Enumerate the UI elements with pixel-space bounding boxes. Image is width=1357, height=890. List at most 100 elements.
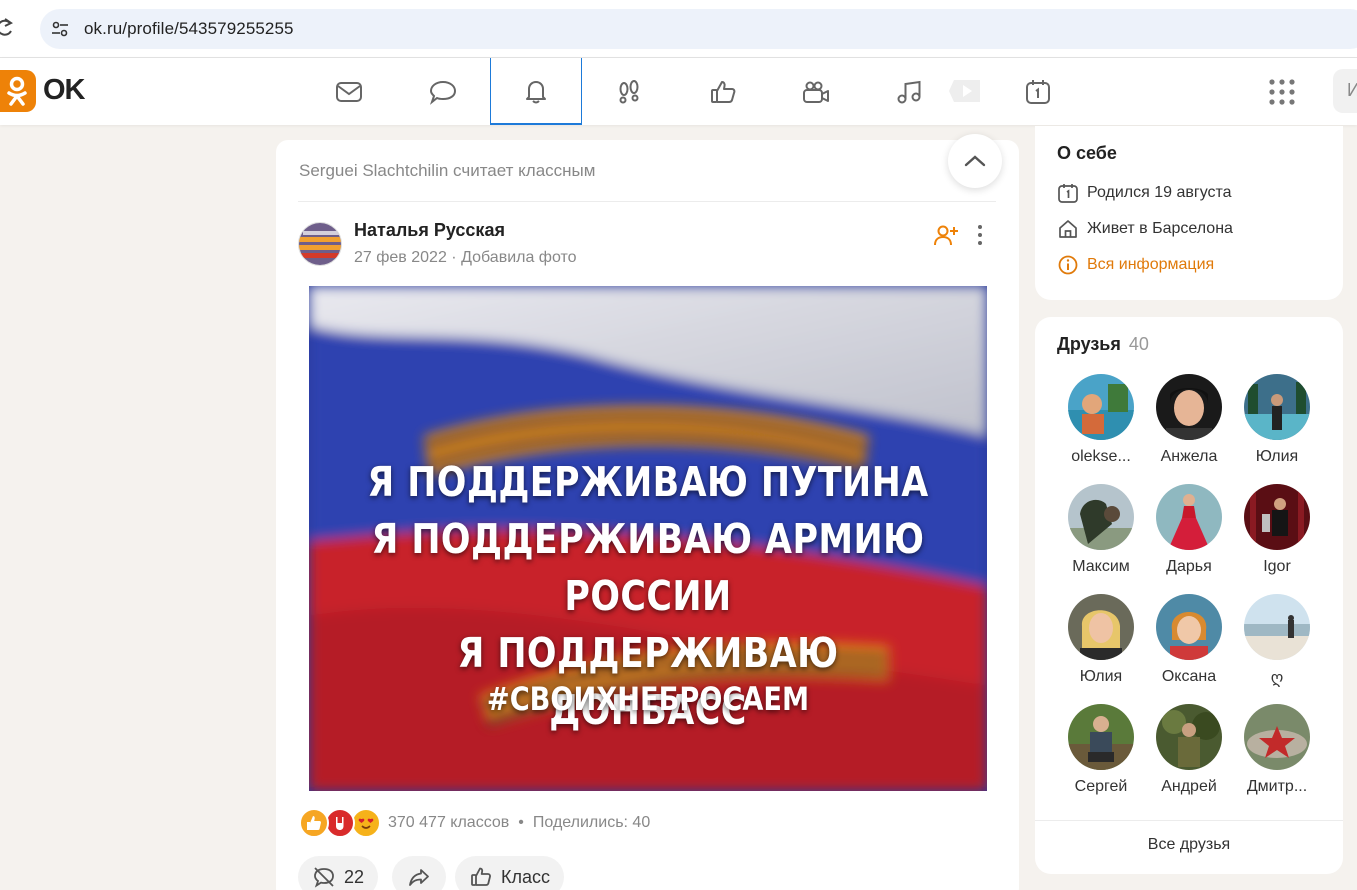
feed-card: Serguei Slachtchilin считает классным На…: [276, 134, 1019, 890]
nav-events[interactable]: [677, 58, 769, 125]
reload-icon[interactable]: [0, 16, 14, 40]
friend-avatar[interactable]: [1068, 594, 1134, 660]
post-image-line: Я ПОДДЕРЖИВАЮ АРМИЮ РОССИИ: [371, 515, 925, 620]
search-placeholder: И: [1347, 80, 1357, 100]
friend-avatar[interactable]: [1244, 484, 1310, 550]
reactions-summary[interactable]: [299, 808, 383, 838]
calendar-icon: [1058, 184, 1078, 203]
post-author-avatar[interactable]: [298, 222, 342, 266]
post-stats: 370 477 классов • Поделились: 40: [388, 814, 650, 832]
home-icon: [1059, 220, 1077, 238]
post-date[interactable]: 27 фев 2022: [354, 249, 447, 266]
nav-notifications[interactable]: [490, 58, 582, 125]
about-location: Живет в Барселона: [1057, 217, 1233, 241]
friend-item[interactable]: Дмитр...: [1233, 704, 1321, 796]
friend-item[interactable]: Igor: [1233, 484, 1321, 576]
friend-item[interactable]: Сергей: [1057, 704, 1145, 796]
rock-hand-reaction-icon: [325, 808, 355, 838]
music-note-icon: [897, 80, 921, 103]
url-text[interactable]: ok.ru/profile/543579255255: [84, 19, 294, 39]
comments-button[interactable]: 22: [298, 856, 379, 890]
friend-avatar[interactable]: [1068, 484, 1134, 550]
klass-count[interactable]: 370 477 классов: [388, 814, 509, 831]
play-badge-icon[interactable]: [948, 78, 984, 104]
about-card: О себе Родился 19 августа Живет в Барсел…: [1035, 126, 1343, 300]
friend-item[interactable]: Юлия: [1233, 374, 1321, 466]
about-title: О себе: [1057, 143, 1117, 163]
about-birthday: Родился 19 августа: [1057, 181, 1232, 205]
friend-avatar[interactable]: [1068, 374, 1134, 440]
friend-avatar[interactable]: [1156, 484, 1222, 550]
friend-item[interactable]: Юлия: [1057, 594, 1145, 686]
post-author-name[interactable]: Наталья Русская: [354, 220, 505, 241]
friend-name: olekse...: [1071, 448, 1131, 465]
heart-eyes-reaction-icon: [351, 808, 381, 838]
apps-grid-icon[interactable]: [1268, 78, 1296, 106]
footprints-icon: [619, 79, 639, 103]
site-info-icon[interactable]: [50, 19, 70, 39]
birthday-text: Родился 19 августа: [1087, 184, 1232, 201]
friend-avatar[interactable]: [1156, 374, 1222, 440]
klass-button[interactable]: Класс: [455, 856, 564, 890]
all-info-label: Вся информация: [1087, 256, 1215, 273]
friend-item[interactable]: Анжела: [1145, 374, 1233, 466]
all-friends-link[interactable]: Все друзья: [1035, 836, 1343, 854]
friend-avatar[interactable]: [1244, 374, 1310, 440]
friend-item[interactable]: Дарья: [1145, 484, 1233, 576]
collapse-button[interactable]: [948, 134, 1002, 188]
friends-card: Друзья 40 olekse... Анжела Юлия Максим Да…: [1035, 317, 1343, 874]
friend-name: Дарья: [1166, 558, 1212, 575]
ok-logo-icon[interactable]: [0, 70, 36, 112]
friend-name: Юлия: [1255, 448, 1299, 465]
friend-item[interactable]: Оксана: [1145, 594, 1233, 686]
nav-discussions[interactable]: [397, 58, 489, 125]
friend-item[interactable]: Андрей: [1145, 704, 1233, 796]
video-camera-icon: [803, 81, 829, 103]
thumbs-up-icon: [471, 867, 491, 886]
friend-item[interactable]: olekse...: [1057, 374, 1145, 466]
more-options-icon[interactable]: [970, 222, 990, 248]
friend-name: Максим: [1072, 558, 1130, 575]
friend-avatar[interactable]: [1156, 704, 1222, 770]
search-input[interactable]: И: [1333, 69, 1357, 113]
all-info-link[interactable]: Вся информация: [1057, 253, 1214, 277]
friend-avatar[interactable]: [1244, 594, 1310, 660]
thumbs-up-icon: [711, 80, 736, 103]
address-bar[interactable]: ok.ru/profile/543579255255: [40, 9, 1357, 49]
post-meta: 27 фев 2022 · Добавила фото: [354, 249, 577, 267]
friends-title-text: Друзья: [1057, 334, 1121, 354]
ok-logo-text[interactable]: OK: [43, 74, 85, 107]
nav-guests[interactable]: [583, 58, 675, 125]
nav-messages[interactable]: [303, 58, 395, 125]
friend-item[interactable]: ღ: [1233, 594, 1321, 688]
location-text: Живет в Барселона: [1087, 220, 1233, 237]
share-button[interactable]: [392, 856, 446, 890]
share-arrow-icon: [409, 869, 429, 886]
friend-item[interactable]: Максим: [1057, 484, 1145, 576]
shared-count[interactable]: Поделились: 40: [533, 814, 650, 831]
friend-name: Igor: [1263, 558, 1291, 575]
friends-count: 40: [1128, 334, 1149, 354]
post-photo[interactable]: Я ПОДДЕРЖИВАЮ ПУТИНА Я ПОДДЕРЖИВАЮ АРМИЮ…: [309, 286, 987, 791]
nav-video[interactable]: [770, 58, 862, 125]
friends-title[interactable]: Друзья 40: [1057, 334, 1149, 355]
nav-music[interactable]: [863, 58, 955, 125]
friend-name: Оксана: [1161, 668, 1217, 685]
friend-avatar[interactable]: [1156, 594, 1222, 660]
friend-name: Дмитр...: [1246, 778, 1308, 795]
site-header: OK И: [0, 58, 1357, 125]
friend-avatar[interactable]: [1068, 704, 1134, 770]
envelope-icon: [336, 81, 362, 102]
add-friend-icon[interactable]: [933, 224, 959, 248]
friend-name: Юлия: [1079, 668, 1123, 685]
browser-toolbar: ok.ru/profile/543579255255: [0, 0, 1357, 58]
chevron-up-icon: [964, 155, 986, 167]
nav-calendar[interactable]: [992, 58, 1084, 125]
friend-name: Сергей: [1074, 778, 1128, 795]
post-image-line: Я ПОДДЕРЖИВАЮ ПУТИНА: [367, 458, 929, 506]
calendar-icon: [1026, 79, 1050, 104]
friend-avatar[interactable]: [1244, 704, 1310, 770]
comments-count: 22: [344, 866, 365, 887]
liked-by-text[interactable]: Serguei Slachtchilin считает классным: [299, 161, 595, 181]
divider: [298, 201, 996, 202]
